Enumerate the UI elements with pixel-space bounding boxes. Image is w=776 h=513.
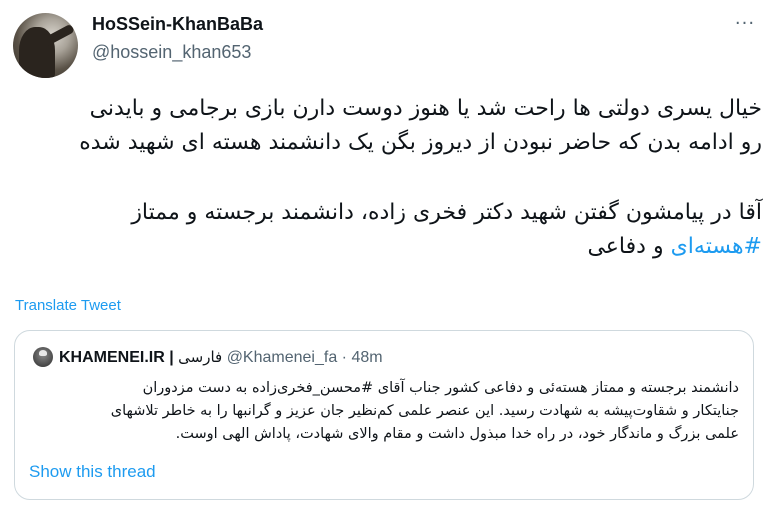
translate-tweet-link[interactable]: Translate Tweet [15, 297, 121, 314]
quoted-header: KHAMENEI.IR | فارسی @Khamenei_fa · 48m [59, 347, 383, 368]
more-dots-icon[interactable]: ··· [730, 14, 760, 34]
tweet-text: خیال یسری دولتی ها راحت شد یا هنوز دوست … [14, 92, 762, 264]
tweet-line: #هسته‌ای و دفاعی [14, 230, 762, 264]
quoted-line: علمی بزرگ و ماندگار خود، در راه خدا مبذو… [175, 426, 739, 442]
quoted-line: جنایتکار و شقاوت‌پیشه به شهادت رسید. این… [110, 403, 739, 419]
quoted-text: دانشمند برجسته و ممتاز هسته‌ئی و دفاعی ک… [25, 377, 739, 446]
quoted-separator: | [169, 349, 174, 366]
quoted-display-name[interactable]: KHAMENEI.IR [59, 349, 165, 366]
quoted-dot: · [341, 349, 347, 366]
quoted-timestamp[interactable]: 48m [351, 349, 382, 366]
avatar-arm [40, 23, 76, 48]
tweet-line-rest: و دفاعی [587, 234, 671, 259]
quoted-handle[interactable]: @Khamenei_fa [227, 349, 338, 366]
show-thread-link[interactable]: Show this thread [29, 462, 156, 482]
user-avatar[interactable] [13, 13, 78, 78]
quoted-line: دانشمند برجسته و ممتاز هسته‌ئی و دفاعی ک… [142, 380, 739, 396]
tweet-line: خیال یسری دولتی ها راحت شد یا هنوز دوست … [89, 96, 762, 121]
display-name[interactable]: HoSSein-KhanBaBa [92, 14, 263, 35]
hashtag-link[interactable]: #هسته‌ای [671, 234, 762, 259]
quoted-name-fa: فارسی [178, 348, 223, 366]
tweet-line: رو ادامه بدن که حاضر نبودن از دیروز بگن … [79, 130, 762, 155]
tweet-line: آقا در پیامشون گفتن شهید دکتر فخری زاده،… [131, 200, 762, 225]
quoted-avatar[interactable] [33, 347, 53, 367]
user-handle[interactable]: @hossein_khan653 [92, 42, 251, 63]
quoted-tweet[interactable]: KHAMENEI.IR | فارسی @Khamenei_fa · 48m د… [14, 330, 754, 500]
